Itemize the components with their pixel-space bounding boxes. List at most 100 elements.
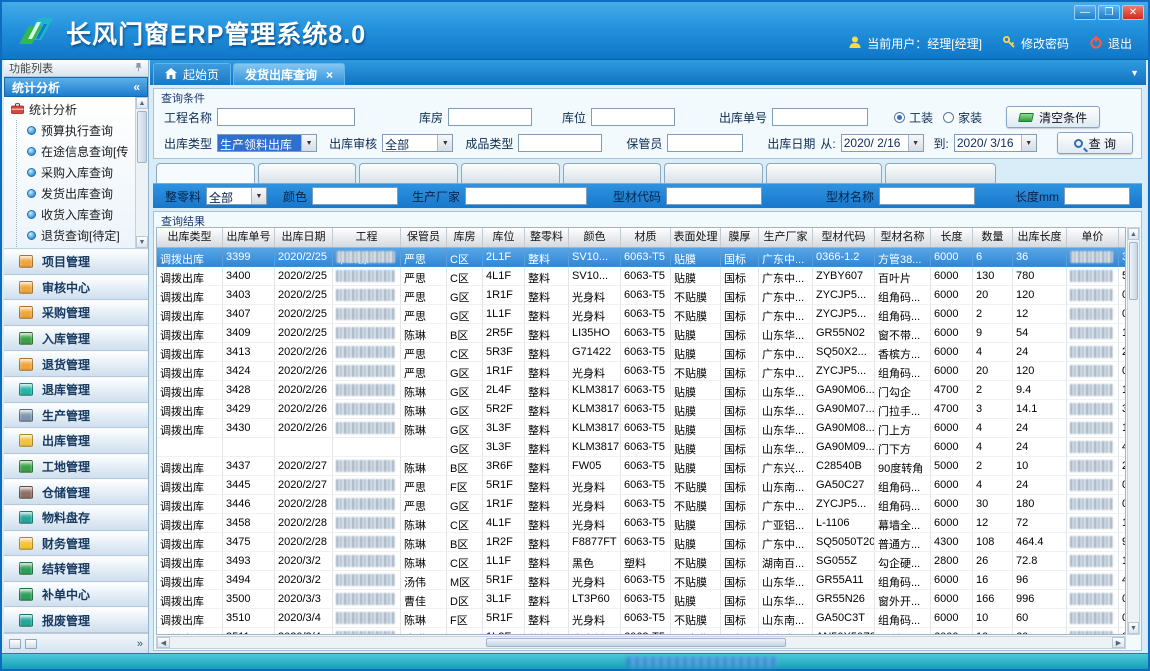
- material-tab[interactable]: 配 件: [258, 163, 357, 183]
- tree-item[interactable]: 库存管理[待定]: [17, 246, 148, 249]
- out-type-select[interactable]: 生产领料出库 ▼: [217, 134, 317, 152]
- v-scroll-thumb[interactable]: [1129, 242, 1138, 300]
- date-to-picker[interactable]: 2020/ 3/16 ▼: [954, 134, 1037, 152]
- table-row[interactable]: 调拨出库34002020/2/25华…源严思C区4L1F整料SV10...606…: [157, 267, 1125, 286]
- chevron-down-icon[interactable]: ▼: [301, 135, 316, 151]
- sidebar-module-item[interactable]: 工地管理: [4, 454, 148, 480]
- material-tab[interactable]: 隔 热 条: [885, 163, 996, 183]
- column-header-project[interactable]: 工程: [333, 228, 401, 247]
- tree-scroll-thumb[interactable]: [137, 111, 147, 163]
- product-type-input[interactable]: [518, 134, 602, 152]
- column-header-date[interactable]: 出库日期: [275, 228, 333, 247]
- table-row[interactable]: 调拨出库34452020/2/27工…共工程严思F区5R1F整料光身料6063-…: [157, 476, 1125, 495]
- sidebar-module-item[interactable]: 补单中心: [4, 582, 148, 608]
- sidebar-module-item[interactable]: 财务管理: [4, 531, 148, 557]
- logout-button[interactable]: 退出: [1089, 35, 1132, 52]
- sidebar-module-item[interactable]: 报废管理: [4, 607, 148, 633]
- tree-item[interactable]: 采购入库查询: [17, 162, 148, 183]
- table-row[interactable]: 调拨出库33992020/2/25华…源严思C区2L1F整料SV10...606…: [157, 248, 1125, 267]
- search-button[interactable]: 查 询: [1057, 132, 1133, 154]
- column-header-film[interactable]: 膜厚: [721, 228, 759, 247]
- material-tab[interactable]: 成 品: [563, 163, 662, 183]
- column-header-name[interactable]: 型材名称: [875, 228, 931, 247]
- column-header-outlen[interactable]: 出库长度: [1013, 228, 1067, 247]
- chevron-down-icon[interactable]: ▼: [1021, 135, 1036, 151]
- table-row[interactable]: 调拨出库34282020/2/26石…辉城陈琳G区2L4F整料KLM381760…: [157, 381, 1125, 400]
- material-tab[interactable]: 玻 璃: [461, 163, 560, 183]
- chevron-down-icon[interactable]: ▼: [251, 188, 266, 204]
- column-header-room[interactable]: 库房: [447, 228, 483, 247]
- sidebar-module-item[interactable]: 审核中心: [4, 275, 148, 301]
- radio-jiazhuang[interactable]: 家装: [943, 109, 982, 126]
- sidebar-module-item[interactable]: 入库管理: [4, 326, 148, 352]
- whole-part-select[interactable]: 全部 ▼: [206, 187, 267, 205]
- length-input[interactable]: [1064, 187, 1130, 205]
- table-row[interactable]: 调拨出库34072020/2/25工…严思G区1L1F整料光身料6063-T5不…: [157, 305, 1125, 324]
- scroll-left-icon[interactable]: ◀: [157, 637, 170, 648]
- column-header-len[interactable]: 长度: [931, 228, 973, 247]
- scroll-up-icon[interactable]: ▲: [136, 97, 148, 109]
- profile-name-input[interactable]: [879, 187, 975, 205]
- pin-icon[interactable]: [134, 62, 143, 75]
- clear-conditions-button[interactable]: 清空条件: [1006, 106, 1100, 128]
- table-row[interactable]: 调拨出库35002020/3/3工…共工程曹佳D区3L1F整料LT3P60606…: [157, 590, 1125, 609]
- sidebar-module-item[interactable]: 仓储管理: [4, 479, 148, 505]
- table-vertical-scrollbar[interactable]: ▲ ▼: [1127, 227, 1140, 635]
- table-row[interactable]: 调拨出库34942020/3/2石…辉城汤伟M区5R1F整料光身料6063-T5…: [157, 571, 1125, 590]
- order-no-input[interactable]: [772, 108, 868, 126]
- tree-item[interactable]: 发货出库查询: [17, 183, 148, 204]
- change-password-button[interactable]: 修改密码: [1002, 35, 1069, 52]
- column-header-color[interactable]: 颜色: [569, 228, 621, 247]
- column-header-keeper[interactable]: 保管员: [401, 228, 447, 247]
- table-row[interactable]: 调拨出库34092020/2/25长…陈琳B区2R5F整料LI35HO6063-…: [157, 324, 1125, 343]
- sidebar-module-item[interactable]: 生产管理: [4, 403, 148, 429]
- column-header-no[interactable]: 出库单号: [223, 228, 275, 247]
- table-row[interactable]: 调拨出库34132020/2/26南…严思C区5R3F整料G714226063-…: [157, 343, 1125, 362]
- table-row[interactable]: 调拨出库34292020/2/26石…辉城陈琳G区5R2F整料KLM381760…: [157, 400, 1125, 419]
- tab-shipment-query[interactable]: 发货出库查询 ×: [233, 63, 345, 85]
- table-row[interactable]: 调拨出库34582020/2/28华…陈琳C区4L1F整料光身料6063-T5贴…: [157, 514, 1125, 533]
- tree-item[interactable]: 在途信息查询[传: [17, 141, 148, 162]
- profile-code-input[interactable]: [666, 187, 762, 205]
- keeper-input[interactable]: [667, 134, 743, 152]
- panel-view-icon[interactable]: [9, 639, 21, 649]
- material-tab[interactable]: 单体型材: [766, 163, 882, 183]
- column-header-price[interactable]: 单价: [1067, 228, 1119, 247]
- column-header-code[interactable]: 型材代码: [813, 228, 875, 247]
- sidebar-group-header[interactable]: 统计分析 «: [4, 77, 148, 97]
- column-header-surface[interactable]: 表面处理: [671, 228, 721, 247]
- sidebar-module-item[interactable]: 退库管理: [4, 377, 148, 403]
- radio-gongzhuang[interactable]: 工装: [894, 109, 933, 126]
- project-name-input[interactable]: [217, 108, 355, 126]
- column-header-material[interactable]: 材质: [621, 228, 671, 247]
- table-row[interactable]: G区3L3F整料KLM38176063-T5贴膜国标山东华...GA90M09.…: [157, 438, 1125, 457]
- table-row[interactable]: 调拨出库34752020/2/28华…源陈琳B区1R2F整料F8877FT606…: [157, 533, 1125, 552]
- material-tab[interactable]: 型 材: [156, 163, 255, 183]
- close-button[interactable]: ✕: [1122, 5, 1144, 20]
- material-tab[interactable]: 辅 材: [359, 163, 458, 183]
- minimize-button[interactable]: —: [1074, 5, 1096, 20]
- table-row[interactable]: 调拨出库34372020/2/27佛…陈琳B区3R6F整料FW056063-T5…: [157, 457, 1125, 476]
- chevron-down-icon[interactable]: ▼: [908, 135, 923, 151]
- column-header-qty[interactable]: 数量: [973, 228, 1013, 247]
- column-header-type[interactable]: 出库类型: [157, 228, 223, 247]
- expand-more-icon[interactable]: »: [137, 638, 143, 650]
- audit-select[interactable]: 全部 ▼: [382, 134, 453, 152]
- date-from-picker[interactable]: 2020/ 2/16 ▼: [841, 134, 924, 152]
- table-row[interactable]: 调拨出库34302020/2/26石…辉城陈琳G区3L3F整料KLM381760…: [157, 419, 1125, 438]
- scroll-up-icon[interactable]: ▲: [1128, 228, 1139, 240]
- column-header-maker[interactable]: 生产厂家: [759, 228, 813, 247]
- tree-item[interactable]: 收货入库查询: [17, 204, 148, 225]
- sidebar-module-item[interactable]: 结转管理: [4, 556, 148, 582]
- column-header-whole[interactable]: 整零料: [525, 228, 569, 247]
- tree-item[interactable]: 预算执行查询: [17, 120, 148, 141]
- sidebar-module-item[interactable]: 出库管理: [4, 428, 148, 454]
- tab-list-caret-icon[interactable]: ▼: [1130, 68, 1139, 78]
- scroll-down-icon[interactable]: ▼: [136, 236, 148, 248]
- column-header-loc[interactable]: 库位: [483, 228, 525, 247]
- sidebar-module-item[interactable]: 物料盘存: [4, 505, 148, 531]
- location-input[interactable]: [591, 108, 675, 126]
- table-row[interactable]: 调拨出库34932020/3/2华…陈琳C区1L1F整料黑色塑料不贴膜国标湖南百…: [157, 552, 1125, 571]
- scroll-down-icon[interactable]: ▼: [1128, 622, 1139, 634]
- table-row[interactable]: 调拨出库34242020/2/26工…共工程严思G区1R1F整料光身料6063-…: [157, 362, 1125, 381]
